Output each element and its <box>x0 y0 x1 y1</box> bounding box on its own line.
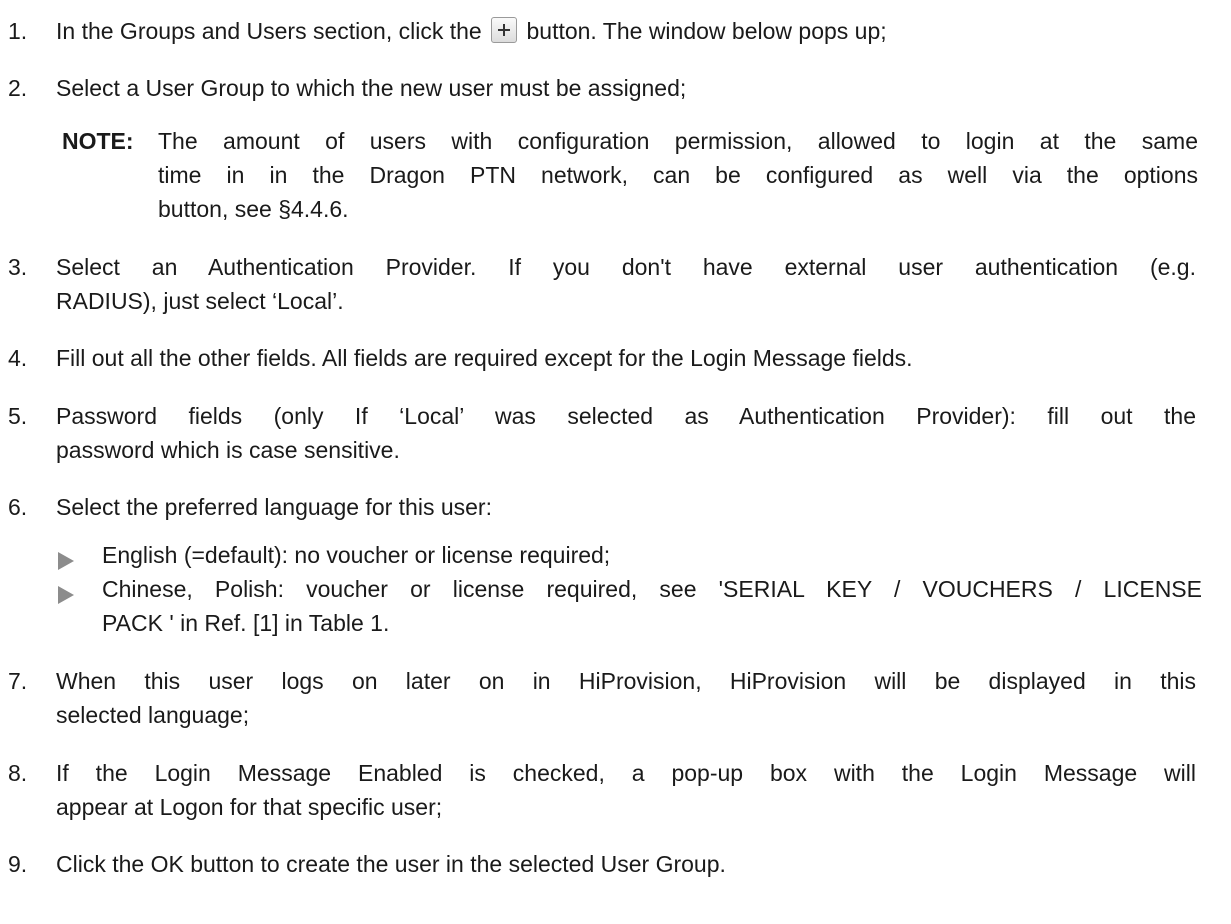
bullet-text: English (=default): no voucher or licens… <box>102 542 611 568</box>
step-number: 6. <box>8 494 28 520</box>
step-number: 2. <box>8 75 28 101</box>
step-text: Click the OK button to create the user i… <box>56 851 726 877</box>
step-text: selected language; <box>56 702 250 728</box>
bullet-text: PACK ' in Ref. [1] in Table 1. <box>102 610 390 636</box>
note-line: The amount of users with configuration p… <box>158 128 1198 154</box>
step-number: 7. <box>8 668 28 694</box>
triangle-bullet-icon <box>56 580 76 614</box>
step-text: password which is case sensitive. <box>56 437 400 463</box>
plus-icon <box>491 17 518 43</box>
step-number: 1. <box>8 18 28 44</box>
step-text: Select the preferred language for this u… <box>56 494 492 520</box>
triangle-bullet-icon <box>56 546 76 580</box>
step-text: Password fields (only If ‘Local’ was sel… <box>56 403 1196 429</box>
step-text: Select an Authentication Provider. If yo… <box>56 254 1196 280</box>
step-text: If the Login Message Enabled is checked,… <box>56 760 1196 786</box>
step-text: Fill out all the other fields. All field… <box>56 345 913 371</box>
note-label: NOTE: <box>62 128 134 154</box>
step-text: In the Groups and Users section, click t… <box>56 17 887 44</box>
step-number: 9. <box>8 851 28 877</box>
bullet-text: Chinese, Polish: voucher or license requ… <box>102 576 1202 602</box>
step-text: appear at Logon for that specific user; <box>56 794 443 820</box>
step-number: 8. <box>8 760 28 786</box>
note-line: button, see §4.4.6. <box>158 196 349 222</box>
step-number: 5. <box>8 403 28 429</box>
step-text: When this user logs on later on in HiPro… <box>56 668 1196 694</box>
step-text: RADIUS), just select ‘Local’. <box>56 288 344 314</box>
step-number: 4. <box>8 345 28 371</box>
step-text: Select a User Group to which the new use… <box>56 75 687 101</box>
step-number: 3. <box>8 254 28 280</box>
note-line: time in in the Dragon PTN network, can b… <box>158 162 1198 188</box>
